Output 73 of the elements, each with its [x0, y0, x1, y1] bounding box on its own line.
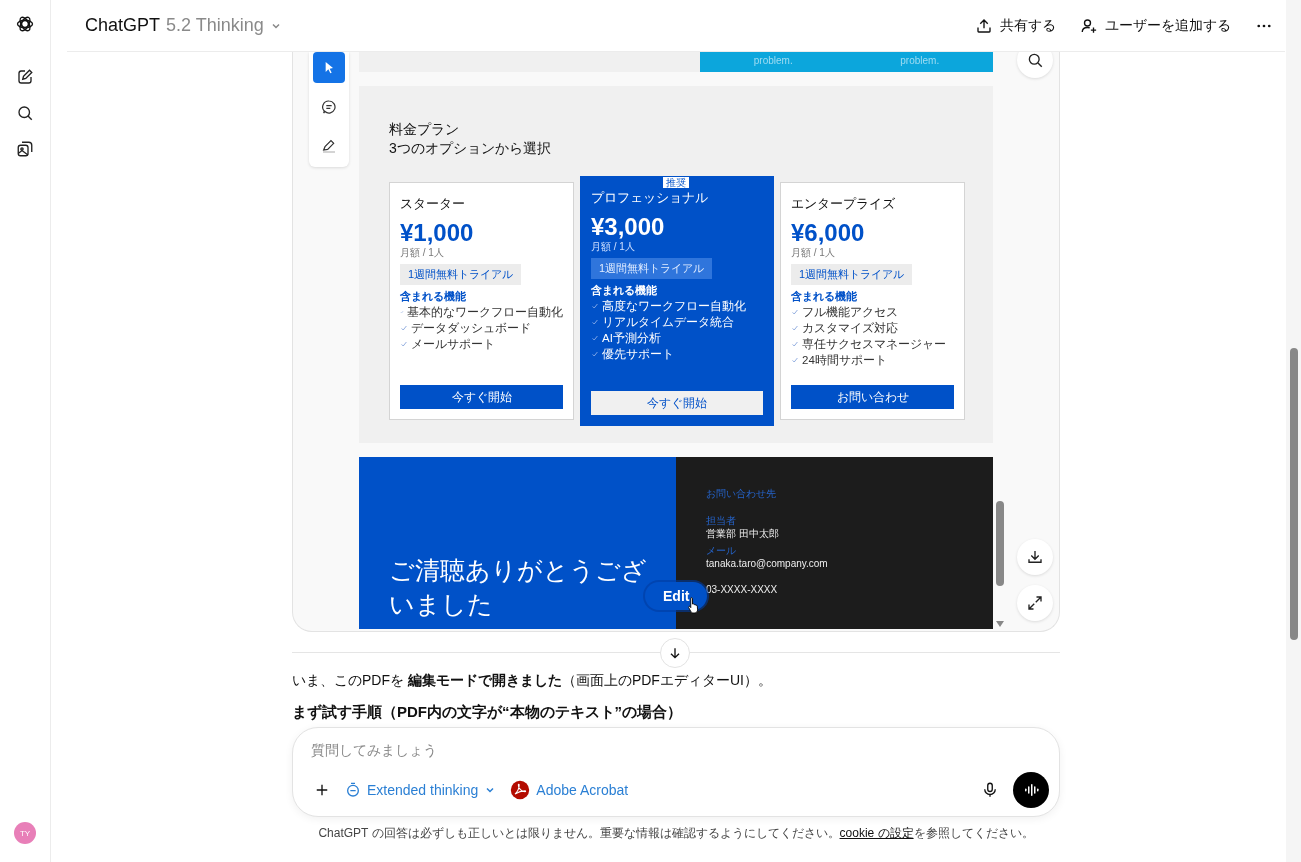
feature-text: フル機能アクセス	[802, 305, 898, 320]
scroll-down-button[interactable]	[660, 638, 690, 668]
feature-text: カスタマイズ対応	[802, 321, 898, 336]
banner-text: problem.	[753, 55, 793, 67]
features-heading: 含まれる機能	[400, 289, 467, 304]
feature-text: 高度なワークフロー自動化	[602, 299, 746, 314]
feature-text: 基本的なワークフロー自動化	[407, 305, 563, 320]
app-button[interactable]: Adobe Acrobat	[510, 780, 629, 800]
plan-button[interactable]: お問い合わせ	[791, 385, 954, 409]
pen-icon	[321, 137, 337, 154]
contact-label: 担当者	[706, 515, 737, 527]
download-icon	[1026, 548, 1044, 566]
search-icon[interactable]	[16, 104, 34, 122]
feature-text: メールサポート	[411, 337, 495, 352]
fullscreen-button[interactable]	[1017, 585, 1053, 621]
feature-text: 優先サポート	[602, 347, 674, 362]
download-button[interactable]	[1017, 539, 1053, 575]
trial-tag: 1週間無料トライアル	[400, 264, 522, 285]
message-heading: まず試す手順（PDF内の文字が“本物のテキスト”の場合）	[292, 703, 683, 721]
plan-price: ¥3,000	[591, 213, 666, 241]
contact-value: tanaka.taro@company.com	[706, 557, 829, 571]
feature-text: データダッシュボード	[411, 321, 531, 336]
new-chat-icon[interactable]	[16, 68, 34, 86]
search-button[interactable]	[1017, 52, 1053, 78]
price-period: 月額 / 1人	[400, 247, 445, 258]
add-user-button[interactable]: ユーザーを追加する	[1080, 16, 1231, 35]
page-scrollbar[interactable]	[1286, 0, 1301, 862]
recommended-badge: 推奨	[663, 177, 689, 188]
voice-button[interactable]	[1013, 772, 1049, 808]
sound-wave-icon	[1022, 781, 1040, 799]
cookie-settings-link[interactable]: cookie の設定	[839, 826, 914, 840]
features-heading: 含まれる機能	[791, 289, 858, 304]
contact-title: お問い合わせ先	[706, 487, 777, 501]
plan-button[interactable]: 今すぐ開始	[591, 391, 763, 415]
closing-heading: ご清聴ありがとうございました	[389, 555, 648, 620]
search-icon	[1026, 52, 1044, 69]
comment-icon	[321, 98, 337, 115]
scroll-down-arrow-icon[interactable]	[995, 620, 1005, 628]
feature-text: 専任サクセスマネージャー	[802, 337, 946, 352]
scrollbar-thumb[interactable]	[996, 501, 1004, 586]
select-tool[interactable]	[313, 52, 345, 83]
plan-name: スターター	[400, 195, 466, 213]
slide-title: 料金プラン	[389, 120, 460, 139]
expand-icon	[1026, 594, 1044, 612]
contact-label: メール	[706, 545, 737, 557]
banner-text: problem.	[900, 55, 940, 67]
timer-icon	[345, 782, 361, 798]
plan-price: ¥1,000	[400, 219, 475, 247]
trial-tag: 1週間無料トライアル	[591, 258, 713, 279]
plan-name: エンタープライズ	[791, 195, 896, 213]
feature-text: 24時間サポート	[802, 353, 887, 368]
acrobat-icon	[510, 780, 531, 800]
model-selector[interactable]: ChatGPT 5.2 Thinking	[85, 15, 282, 36]
contact-value: 03-XXXX-XXXX	[706, 583, 779, 597]
disclaimer-text: ChatGPT の回答は必ずしも正しいとは限りません。重要な情報は確認するようにしてください。cookie の設定を参照してください。	[317, 825, 1035, 842]
plan-name: プロフェッショナル	[591, 189, 709, 207]
thinking-mode-button[interactable]: Extended thinking	[345, 782, 497, 798]
add-user-icon	[1080, 16, 1098, 35]
contact-value: 営業部 田中太郎	[706, 527, 780, 541]
images-icon[interactable]	[16, 140, 34, 158]
price-period: 月額 / 1人	[591, 241, 636, 252]
feature-text: リアルタイムデータ統合	[602, 315, 734, 330]
feature-text: AI予測分析	[602, 331, 661, 346]
features-heading: 含まれる機能	[591, 283, 658, 298]
slide-title: 3つのオプションから選択	[389, 139, 552, 158]
price-period: 月額 / 1人	[791, 247, 836, 258]
microphone-icon[interactable]	[981, 781, 999, 799]
plan-price: ¥6,000	[791, 219, 866, 247]
trial-tag: 1週間無料トライアル	[791, 264, 913, 285]
plan-button[interactable]: 今すぐ開始	[400, 385, 563, 409]
message-paragraph: いま、このPDFを 編集モードで開きました（画面上のPDFエディターUI）。	[292, 671, 773, 690]
logo-icon[interactable]	[15, 14, 35, 34]
share-button[interactable]: 共有する	[975, 16, 1056, 35]
